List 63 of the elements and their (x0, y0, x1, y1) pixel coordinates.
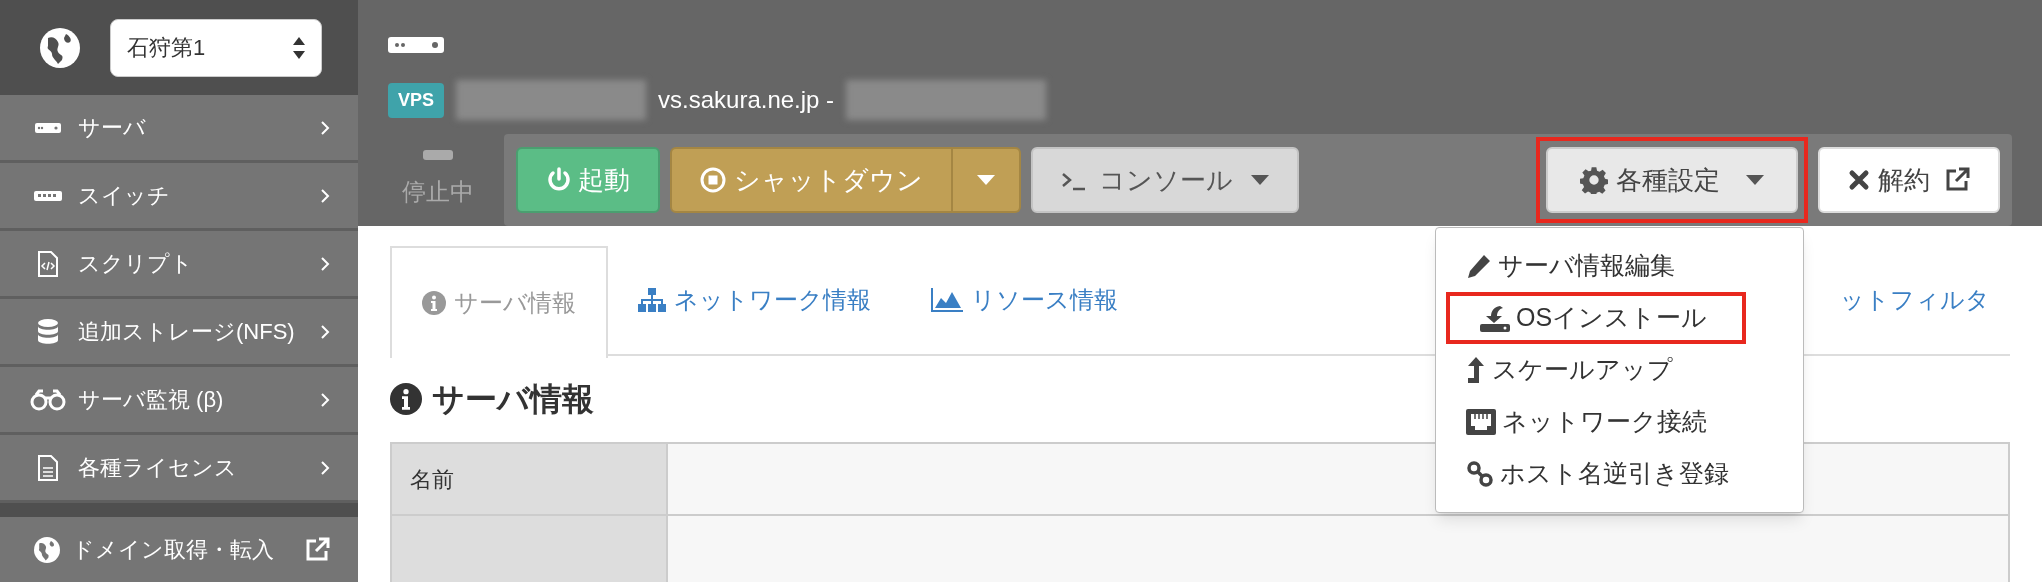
dropdown-button[interactable] (953, 147, 1021, 213)
chevron-right-icon (320, 459, 330, 476)
document-icon (37, 454, 59, 481)
settings-icon (1580, 166, 1608, 194)
pencil-icon (1466, 253, 1492, 279)
server-icon (35, 122, 61, 133)
type-badge: VPS (388, 82, 445, 118)
sidebar-item[interactable]: サーバ (0, 95, 358, 163)
globe-icon (34, 536, 60, 563)
code-file-icon (37, 250, 59, 277)
globe-icon (40, 27, 80, 68)
area-chart-icon (931, 288, 963, 312)
chain-link-icon (1466, 460, 1494, 488)
chevron-right-icon (320, 391, 330, 408)
section-title: サーバ情報 (432, 380, 594, 419)
ethernet-port-icon (1466, 409, 1496, 435)
hostname-text: vs.sakura.ne.jp - (658, 85, 835, 115)
close-icon (1848, 169, 1870, 191)
table-cell: 名前 (392, 444, 668, 514)
chevron-right-icon (320, 323, 330, 340)
menu-item[interactable]: ホスト名逆引き登録 (1436, 448, 1803, 500)
database-icon (37, 318, 59, 345)
menu-item[interactable]: サーバ情報編集 (1436, 240, 1803, 292)
updown-arrows-icon (293, 36, 305, 59)
tab[interactable]: ネットワーク情報 (608, 246, 901, 354)
start-button[interactable]: 起動 (516, 147, 660, 213)
stop-icon (700, 167, 726, 193)
info-icon (422, 291, 446, 315)
menu-item[interactable]: ネットワーク接続 (1436, 396, 1803, 448)
arrow-up-icon (1466, 357, 1486, 383)
menu-item[interactable]: OSインストール (1446, 292, 1746, 344)
info-icon (390, 383, 422, 415)
caret-icon (977, 175, 995, 185)
power-icon (546, 167, 572, 193)
download-drive-icon (1480, 304, 1510, 332)
sidebar-item[interactable]: スイッチ (0, 163, 358, 231)
console-button[interactable]: コンソール (1031, 147, 1299, 213)
sidebar-item[interactable]: スクリプト (0, 231, 358, 299)
sidebar-item[interactable]: サーバ監視 (β) (0, 367, 358, 435)
binoculars-icon (30, 388, 66, 411)
external-link-icon (304, 536, 330, 563)
caret-icon (1746, 175, 1764, 185)
chevron-right-icon (320, 255, 330, 272)
shutdown-button[interactable]: シャットダウン (670, 147, 953, 213)
sidebar-item[interactable]: 追加ストレージ(NFS) (0, 299, 358, 367)
region-select[interactable]: 石狩第1 (110, 18, 322, 77)
cancel-contract-button[interactable]: 解約 (1818, 147, 2000, 213)
caret-icon (1251, 175, 1269, 185)
sitemap-icon (638, 288, 666, 312)
external-link-icon (1944, 167, 1970, 193)
stopped-status-icon (423, 150, 453, 160)
menu-item[interactable]: スケールアップ (1436, 344, 1803, 396)
tab[interactable]: サーバ情報 (390, 246, 608, 358)
sidebar-link[interactable]: ドメイン取得・転入 (0, 517, 358, 582)
settings-button[interactable]: 各種設定 (1546, 147, 1798, 213)
sidebar-item[interactable]: 各種ライセンス (0, 435, 358, 503)
chevron-right-icon (320, 119, 330, 136)
server-icon (388, 37, 444, 53)
chevron-right-icon (320, 187, 330, 204)
status-text: 停止中 (402, 177, 474, 207)
tab[interactable]: リソース情報 (901, 246, 1148, 354)
tab[interactable]: ットフィルタ (1840, 246, 2010, 354)
switch-icon (34, 190, 62, 201)
